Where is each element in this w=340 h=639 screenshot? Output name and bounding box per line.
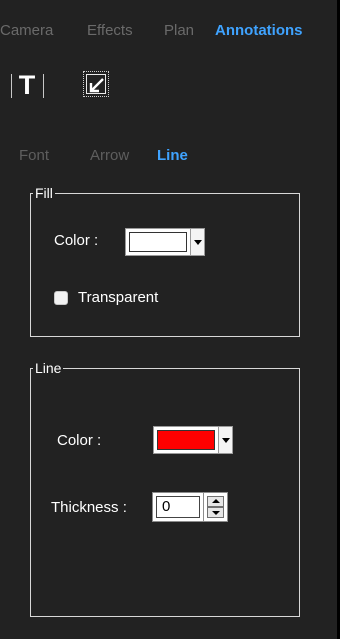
fill-group: Fill (30, 186, 300, 337)
fill-color-well (125, 228, 191, 256)
line-group-title: Line (35, 360, 62, 376)
transparent-checkbox[interactable] (54, 291, 68, 305)
toolbar-separator (43, 74, 44, 98)
text-tool-icon: T (18, 70, 36, 100)
tab-effects[interactable]: Effects (87, 21, 133, 41)
thickness-decrement-button[interactable] (207, 507, 224, 518)
tab-annotations[interactable]: Annotations (215, 21, 303, 41)
transparent-label: Transparent (78, 289, 159, 306)
annotation-toolbar: T (0, 67, 200, 103)
sub-tab-bar: Font Arrow Line (0, 146, 337, 166)
tab-font[interactable]: Font (19, 146, 49, 166)
chevron-down-icon (212, 511, 220, 515)
thickness-spin-buttons (204, 492, 228, 522)
thickness-field[interactable]: 0 (152, 492, 204, 522)
chevron-up-icon (212, 499, 220, 503)
thickness-stepper[interactable]: 0 (152, 492, 230, 522)
thickness-increment-button[interactable] (207, 496, 224, 507)
line-color-swatch (157, 430, 215, 450)
fill-color-dropdown-button[interactable] (191, 228, 205, 256)
fill-color-picker[interactable] (125, 228, 205, 256)
main-tab-bar: Camera Effects Plan Annotations (0, 21, 337, 41)
line-color-dropdown-button[interactable] (219, 426, 233, 454)
tab-arrow[interactable]: Arrow (90, 146, 129, 166)
tab-camera[interactable]: Camera (0, 21, 53, 41)
annotations-panel: Camera Effects Plan Annotations T Font A… (0, 0, 337, 639)
thickness-value: 0 (156, 496, 200, 518)
fill-group-title: Fill (35, 185, 53, 201)
fill-color-label: Color : (54, 232, 99, 249)
line-group: Line (30, 361, 300, 617)
fill-color-swatch (129, 232, 187, 252)
toolbar-separator (11, 74, 12, 98)
line-color-well (153, 426, 219, 454)
text-tool-button[interactable]: T (17, 70, 37, 100)
chevron-down-icon (222, 438, 230, 443)
line-color-label: Color : (57, 432, 102, 449)
arrow-tool-frame (86, 74, 106, 94)
thickness-label: Thickness : (51, 499, 127, 516)
arrow-tool-icon (89, 78, 104, 93)
tab-line[interactable]: Line (157, 146, 188, 166)
tab-plan[interactable]: Plan (164, 21, 194, 41)
chevron-down-icon (194, 240, 202, 245)
line-color-picker[interactable] (153, 426, 233, 454)
arrow-tool-button[interactable] (83, 71, 109, 97)
